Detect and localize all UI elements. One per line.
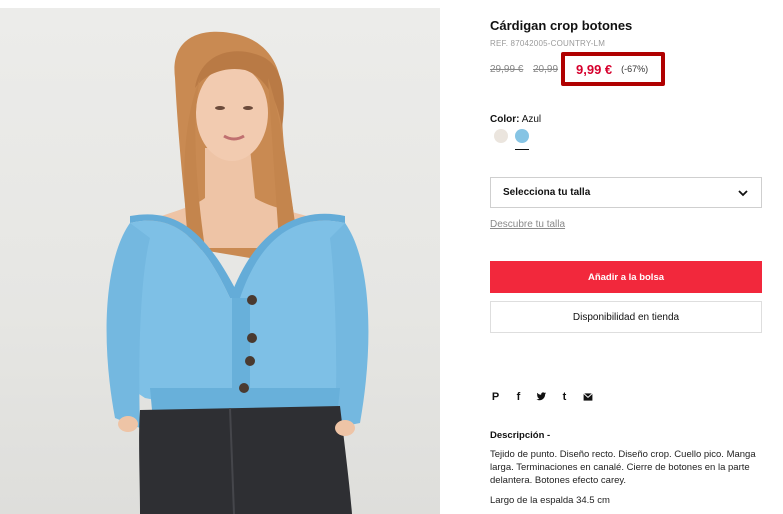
color-label-text: Color:	[490, 114, 520, 125]
description-length: Largo de la espalda 34.5 cm	[490, 495, 610, 506]
size-select[interactable]: Selecciona tu talla	[490, 177, 762, 208]
twitter-icon[interactable]	[536, 390, 547, 403]
product-ref: REF. 87042005-COUNTRY-LM	[490, 39, 606, 48]
pinterest-icon[interactable]: P	[490, 390, 501, 403]
original-price: 29,99 €	[490, 64, 524, 75]
previous-price: 20,99	[533, 64, 559, 75]
color-swatch-azul[interactable]	[515, 129, 529, 143]
share-icons: P f t	[490, 390, 593, 403]
add-to-bag-button[interactable]: Añadir a la bolsa	[490, 261, 762, 293]
size-select-label: Selecciona tu talla	[503, 187, 591, 198]
model-image	[106, 31, 369, 514]
product-photo[interactable]	[0, 8, 440, 514]
store-availability-button[interactable]: Disponibilidad en tienda	[490, 301, 762, 333]
description-title: Descripción -	[490, 430, 551, 441]
price-highlight: 9,99 € (-67%)	[561, 52, 665, 86]
discount-badge: (-67%)	[621, 64, 649, 74]
color-label: Color: Azul	[490, 114, 541, 125]
description-body: Tejido de punto. Diseño recto. Diseño cr…	[490, 449, 756, 486]
current-price: 9,99 €	[576, 61, 613, 77]
tumblr-icon[interactable]: t	[559, 390, 570, 403]
color-selected-value: Azul	[521, 114, 542, 125]
product-title: Cárdigan crop botones	[490, 18, 633, 33]
selected-swatch-indicator	[515, 149, 529, 150]
color-swatch-beige[interactable]	[494, 129, 508, 143]
size-guide-link[interactable]: Descubre tu talla	[490, 219, 565, 230]
email-icon[interactable]	[582, 390, 593, 403]
facebook-icon[interactable]: f	[513, 390, 524, 403]
chevron-down-icon	[738, 189, 748, 196]
